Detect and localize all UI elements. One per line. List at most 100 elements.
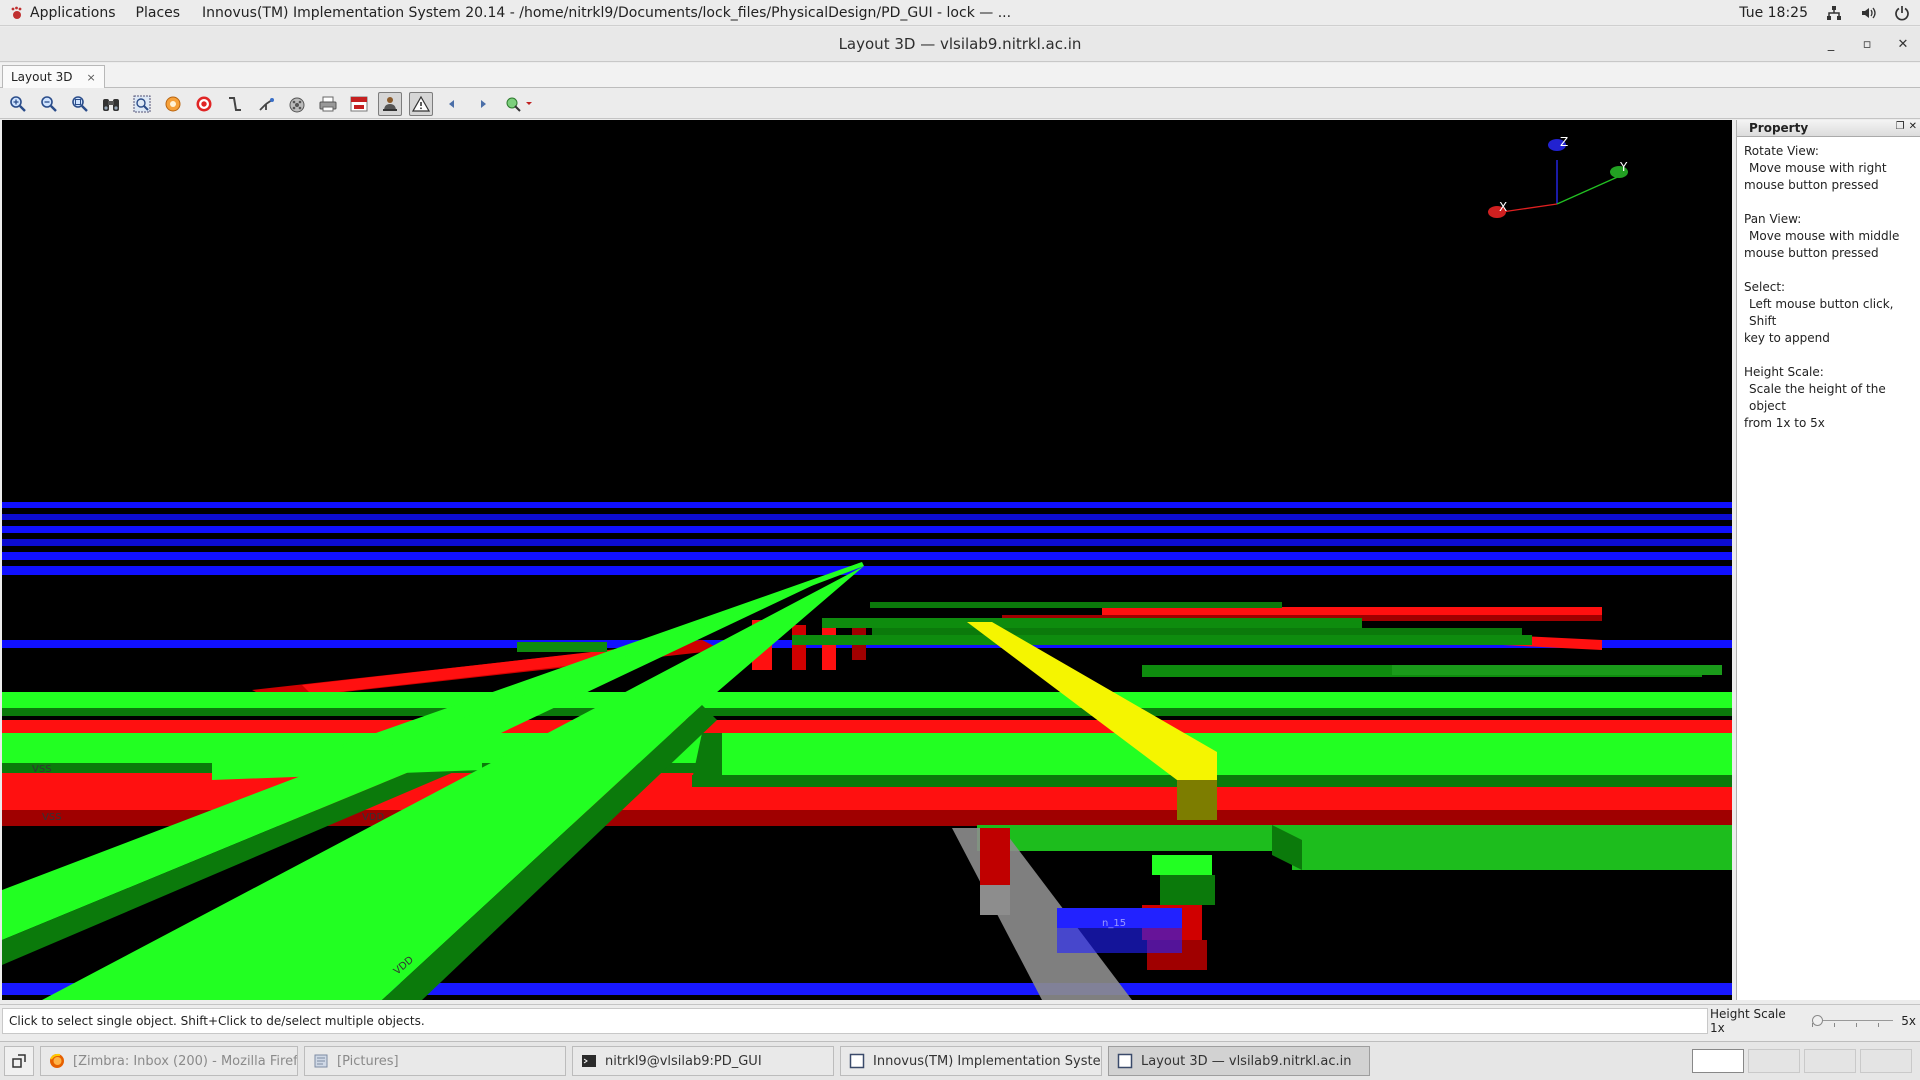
float-panel-icon[interactable]: ❐ bbox=[1896, 121, 1905, 132]
person-icon bbox=[383, 96, 397, 111]
zoom-area-icon bbox=[133, 95, 151, 112]
show-desktop-button[interactable] bbox=[4, 1046, 34, 1076]
reel-icon bbox=[289, 97, 305, 112]
workspace-switcher bbox=[1692, 1049, 1920, 1073]
axis-label-z: Z bbox=[1560, 135, 1568, 149]
help-rotate-view: Rotate View: Move mouse with right mouse… bbox=[1744, 143, 1914, 194]
layout-3d-scene: VSS VSS VDD n_15 VDD Z Y X bbox=[2, 135, 1732, 1000]
tree-button[interactable] bbox=[254, 92, 278, 116]
help-text: mouse button pressed bbox=[1744, 246, 1879, 260]
close-window-button[interactable]: ✕ bbox=[1896, 37, 1910, 52]
help-text: mouse button pressed bbox=[1744, 178, 1879, 192]
zoom-fit-icon bbox=[72, 95, 88, 112]
taskbar-label: Layout 3D — vlsilab9.nitrkl.ac.in bbox=[1141, 1053, 1352, 1069]
height-scale-slider[interactable] bbox=[1811, 1015, 1894, 1027]
refresh-dropdown-button[interactable] bbox=[502, 92, 536, 116]
minimize-button[interactable]: _ bbox=[1824, 37, 1838, 52]
gif-export-button[interactable] bbox=[347, 92, 371, 116]
maximize-button[interactable]: ▫ bbox=[1860, 37, 1874, 52]
workspace-1[interactable] bbox=[1692, 1049, 1744, 1073]
help-heading: Select: bbox=[1744, 280, 1786, 294]
prev-button[interactable] bbox=[440, 92, 464, 116]
window-icon bbox=[849, 1053, 865, 1069]
power-icon[interactable] bbox=[1894, 5, 1910, 21]
next-button[interactable] bbox=[471, 92, 495, 116]
taskbar-label: [Zimbra: Inbox (200) - Mozilla Firef... bbox=[73, 1053, 298, 1069]
taskbar-item-innovus[interactable]: Innovus(TM) Implementation Syste... bbox=[840, 1046, 1102, 1076]
route-icon bbox=[229, 96, 241, 111]
height-scale-max: 5x bbox=[1901, 1014, 1916, 1028]
folder-icon bbox=[314, 1054, 328, 1068]
property-body: Rotate View: Move mouse with right mouse… bbox=[1737, 137, 1920, 432]
help-heading: Rotate View: bbox=[1744, 144, 1819, 158]
warning-icon bbox=[412, 95, 430, 112]
window-icon bbox=[1117, 1053, 1133, 1069]
tab-label: Layout 3D bbox=[11, 70, 73, 84]
zoom-out-button[interactable] bbox=[37, 92, 61, 116]
warning-toggle-button[interactable] bbox=[409, 91, 433, 116]
help-select: Select: Left mouse button click, Shift k… bbox=[1744, 279, 1914, 347]
help-heading: Pan View: bbox=[1744, 212, 1802, 226]
taskbar-item-terminal[interactable]: nitrkl9@vlsilab9:PD_GUI bbox=[572, 1046, 834, 1076]
via-stack bbox=[952, 828, 1215, 1000]
help-heading: Height Scale: bbox=[1744, 365, 1824, 379]
slider-knob[interactable] bbox=[1811, 1015, 1823, 1026]
close-panel-icon[interactable]: ✕ bbox=[1909, 121, 1917, 132]
workspace-2[interactable] bbox=[1748, 1049, 1800, 1073]
tab-close-button[interactable]: × bbox=[86, 71, 95, 84]
places-label: Places bbox=[135, 4, 181, 21]
net-label-vss-2: VSS bbox=[42, 812, 62, 823]
zoom-out-icon bbox=[41, 95, 57, 112]
target-icon bbox=[196, 96, 212, 111]
binoculars-icon bbox=[103, 98, 119, 111]
target-button[interactable] bbox=[192, 92, 216, 116]
layout-3d-viewport[interactable]: VSS VSS VDD n_15 VDD Z Y X bbox=[2, 120, 1732, 1000]
taskbar-label: Innovus(TM) Implementation Syste... bbox=[873, 1053, 1102, 1069]
gif-icon bbox=[350, 96, 368, 111]
height-scale-control: Height Scale 1x 5x bbox=[1710, 1007, 1916, 1035]
taskbar-item-layout3d[interactable]: Layout 3D — vlsilab9.nitrkl.ac.in bbox=[1108, 1046, 1370, 1076]
print-button[interactable] bbox=[316, 92, 340, 116]
workspace-3[interactable] bbox=[1804, 1049, 1856, 1073]
zoom-in-button[interactable] bbox=[6, 92, 30, 116]
show-desktop-icon bbox=[12, 1054, 26, 1068]
zoom-area-button[interactable] bbox=[130, 92, 154, 116]
help-text: Move mouse with right bbox=[1749, 161, 1887, 175]
help-text: key to append bbox=[1744, 331, 1830, 345]
toolbar bbox=[0, 89, 1920, 119]
person-toggle-button[interactable] bbox=[378, 91, 402, 116]
gnome-foot-icon bbox=[11, 6, 22, 19]
volume-icon[interactable] bbox=[1860, 5, 1876, 21]
zoom-fit-button[interactable] bbox=[68, 92, 92, 116]
active-window-menu[interactable]: Innovus(TM) Implementation System 20.14 … bbox=[190, 5, 1011, 21]
property-panel-header: Property ❐ ✕ bbox=[1737, 120, 1920, 137]
reel-button[interactable] bbox=[285, 92, 309, 116]
axis-label-y: Y bbox=[1619, 160, 1628, 174]
net-label-n15: n_15 bbox=[1102, 918, 1126, 929]
net-label-vss-1: VSS bbox=[32, 764, 52, 775]
network-icon[interactable] bbox=[1826, 5, 1842, 21]
taskbar-item-pictures[interactable]: [Pictures] bbox=[304, 1046, 566, 1076]
tab-layout-3d[interactable]: Layout 3D × bbox=[2, 65, 105, 88]
property-title: Property bbox=[1749, 121, 1809, 135]
route-button[interactable] bbox=[223, 92, 247, 116]
window-title: Layout 3D — vlsilab9.nitrkl.ac.in bbox=[838, 35, 1082, 53]
find-button[interactable] bbox=[99, 92, 123, 116]
taskbar-item-firefox[interactable]: [Zimbra: Inbox (200) - Mozilla Firef... bbox=[40, 1046, 298, 1076]
places-menu[interactable]: Places bbox=[126, 0, 191, 26]
height-scale-label: Height Scale 1x bbox=[1710, 1007, 1786, 1035]
help-pan-view: Pan View: Move mouse with middle mouse b… bbox=[1744, 211, 1914, 262]
tree-icon bbox=[259, 97, 274, 111]
refresh-icon bbox=[506, 97, 532, 112]
help-text: from 1x to 5x bbox=[1744, 416, 1825, 430]
tab-strip: Layout 3D × bbox=[0, 63, 1920, 88]
property-panel: Property ❐ ✕ Rotate View: Move mouse wit… bbox=[1736, 120, 1920, 1000]
window-titlebar[interactable]: Layout 3D — vlsilab9.nitrkl.ac.in _ ▫ ✕ bbox=[0, 27, 1920, 62]
orbit-button[interactable] bbox=[161, 92, 185, 116]
help-text: Scale the height of the object bbox=[1749, 382, 1886, 413]
status-bar: Click to select single object. Shift+Cli… bbox=[0, 1004, 1920, 1038]
clock[interactable]: Tue 18:25 bbox=[1739, 5, 1808, 21]
applications-menu[interactable]: Applications bbox=[0, 0, 126, 26]
firefox-icon bbox=[50, 1053, 64, 1068]
workspace-4[interactable] bbox=[1860, 1049, 1912, 1073]
